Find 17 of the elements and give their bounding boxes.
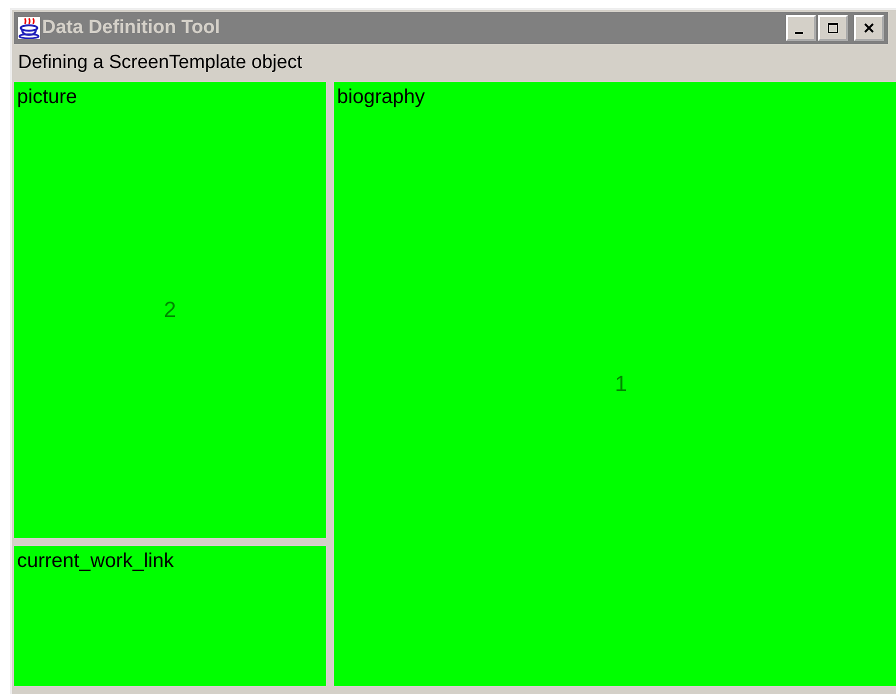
template-panel[interactable]: current_work_link [14, 546, 326, 686]
panel-label: biography [337, 86, 425, 109]
panel-number: 2 [164, 297, 176, 323]
close-button[interactable] [854, 15, 884, 41]
panel-number: 1 [614, 371, 628, 397]
header-label: Defining a ScreenTemplate object [18, 52, 302, 74]
minimize-button[interactable] [786, 15, 816, 41]
panel-label: picture [17, 86, 78, 109]
maximize-button[interactable] [818, 15, 848, 41]
coffee-cup-icon [18, 17, 40, 39]
close-icon [863, 22, 875, 34]
template-panel[interactable]: picture 2 [14, 82, 326, 538]
maximize-icon [827, 22, 839, 34]
panel-label: current_work_link [17, 550, 174, 573]
template-panel[interactable]: biography 1 [334, 82, 896, 686]
window-title: Data Definition Tool [42, 17, 222, 39]
minimize-icon [795, 32, 803, 34]
